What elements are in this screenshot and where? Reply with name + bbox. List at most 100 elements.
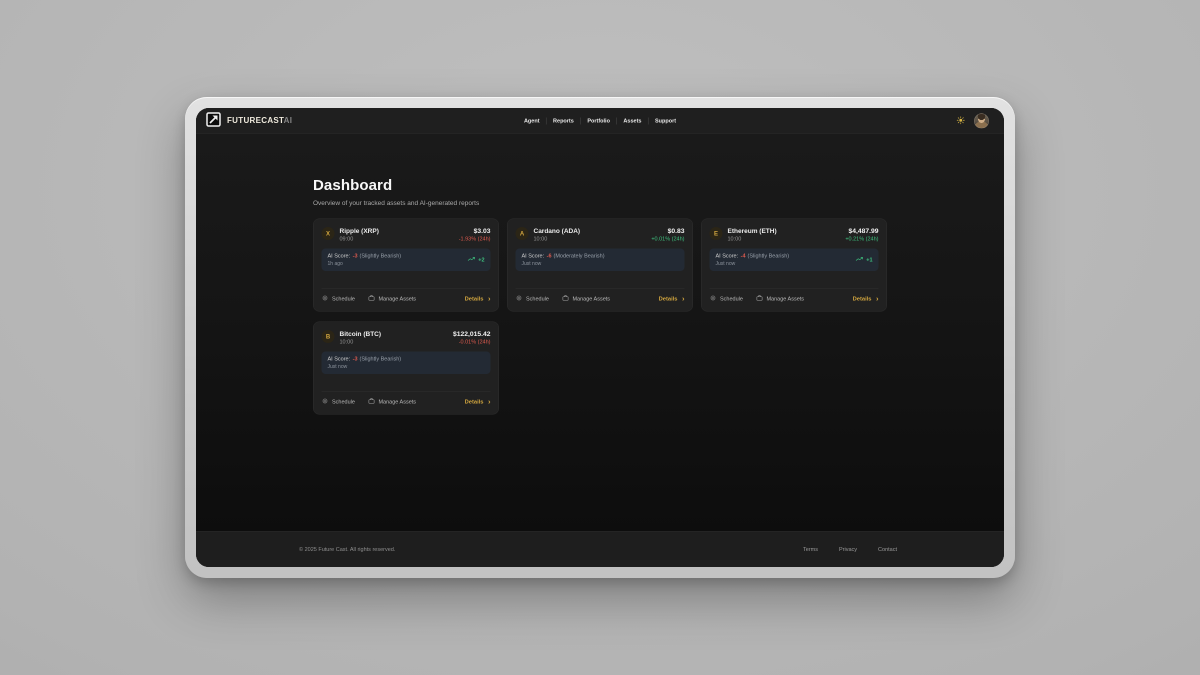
user-avatar[interactable] [974, 113, 989, 128]
asset-name: Bitcoin (BTC) [340, 330, 382, 338]
footer-links: Terms Privacy Contact [803, 546, 897, 552]
asset-time: 10:00 [340, 339, 382, 345]
divider [710, 288, 879, 289]
trend-delta-value: +2 [478, 257, 484, 263]
app-footer: © 2025 Future Cast. All rights reserved.… [196, 531, 1004, 567]
gear-icon [516, 295, 523, 304]
divider [516, 288, 685, 289]
details-button[interactable]: Details› [465, 398, 491, 406]
brand-name: FUTURECASTAI [227, 116, 292, 125]
divider [322, 288, 491, 289]
trend-delta-value: +1 [866, 257, 872, 263]
ai-updated: Just now [716, 261, 790, 267]
briefcase-icon [756, 295, 763, 304]
asset-card-ada: A Cardano (ADA) 10:00 $0.83 +0.01% (24h) [507, 219, 693, 312]
page-title: Dashboard [313, 177, 887, 194]
ai-score-value: -6 [547, 253, 552, 259]
brand-logo-icon [206, 112, 221, 130]
asset-icon: E [710, 227, 723, 240]
app-header: FUTURECASTAI Agent Reports Portfolio Ass… [196, 108, 1004, 134]
asset-change: -0.01% (24h) [453, 339, 491, 345]
sparkline-up-icon [468, 256, 476, 263]
ai-score-panel: AI Score:-3(Slightly Bearish) Just now [322, 352, 491, 375]
nav-separator [546, 117, 547, 124]
gear-icon [322, 398, 329, 407]
asset-name: Cardano (ADA) [534, 227, 581, 235]
ai-updated: Just now [328, 364, 402, 370]
ai-score-label: AI Score: [328, 253, 351, 259]
schedule-button[interactable]: Schedule [322, 295, 355, 304]
asset-time: 09:00 [340, 236, 379, 242]
app-viewport: FUTURECASTAI Agent Reports Portfolio Ass… [196, 108, 1004, 567]
gear-icon [710, 295, 717, 304]
asset-price: $122,015.42 [453, 330, 491, 338]
chevron-right-icon: › [488, 295, 491, 303]
details-button[interactable]: Details› [659, 295, 685, 303]
ai-score-label: AI Score: [716, 253, 739, 259]
schedule-button[interactable]: Schedule [710, 295, 743, 304]
asset-cards-grid: X Ripple (XRP) 09:00 $3.03 -1.93% (24h) [313, 219, 887, 415]
footer-link-contact[interactable]: Contact [878, 546, 897, 552]
browser-window-frame: FUTURECASTAI Agent Reports Portfolio Ass… [185, 97, 1015, 578]
ai-score-label: AI Score: [328, 356, 351, 362]
footer-link-terms[interactable]: Terms [803, 546, 818, 552]
nav-item-support[interactable]: Support [655, 118, 676, 124]
asset-time: 10:00 [728, 236, 777, 242]
nav-item-agent[interactable]: Agent [524, 118, 540, 124]
briefcase-icon [368, 295, 375, 304]
divider [322, 391, 491, 392]
page-subtitle: Overview of your tracked assets and AI-g… [313, 199, 887, 207]
asset-price: $4,487.99 [845, 227, 878, 235]
ai-score-panel: AI Score:-4(Slightly Bearish) Just now +… [710, 249, 879, 272]
manage-assets-button[interactable]: Manage Assets [562, 295, 610, 304]
ai-score-label: AI Score: [522, 253, 545, 259]
main-nav: Agent Reports Portfolio Assets Support [524, 108, 676, 134]
ai-score-panel: AI Score:-6(Moderately Bearish) Just now [516, 249, 685, 272]
asset-icon: A [516, 227, 529, 240]
nav-item-assets[interactable]: Assets [623, 118, 641, 124]
manage-assets-button[interactable]: Manage Assets [756, 295, 804, 304]
asset-price: $3.03 [459, 227, 491, 235]
theme-toggle-button[interactable] [957, 116, 966, 126]
asset-icon: X [322, 227, 335, 240]
nav-item-portfolio[interactable]: Portfolio [587, 118, 610, 124]
trend-badge: +2 [468, 256, 485, 263]
ai-sentiment: (Moderately Bearish) [554, 253, 605, 259]
asset-name: Ripple (XRP) [340, 227, 379, 235]
footer-link-privacy[interactable]: Privacy [839, 546, 857, 552]
schedule-button[interactable]: Schedule [516, 295, 549, 304]
asset-change: +0.01% (24h) [651, 236, 684, 242]
details-button[interactable]: Details› [853, 295, 879, 303]
trend-badge: +1 [856, 256, 873, 263]
ai-score-value: -4 [741, 253, 746, 259]
header-actions [957, 113, 990, 128]
sparkline-up-icon [856, 256, 864, 263]
brand-logo[interactable]: FUTURECASTAI [206, 112, 292, 130]
dashboard-main: Dashboard Overview of your tracked asset… [196, 134, 1004, 531]
asset-card-xrp: X Ripple (XRP) 09:00 $3.03 -1.93% (24h) [313, 219, 499, 312]
sun-icon [957, 116, 966, 126]
schedule-button[interactable]: Schedule [322, 398, 355, 407]
copyright: © 2025 Future Cast. All rights reserved. [299, 546, 395, 552]
ai-updated: Just now [522, 261, 605, 267]
asset-icon: B [322, 330, 335, 343]
manage-assets-button[interactable]: Manage Assets [368, 295, 416, 304]
briefcase-icon [368, 398, 375, 407]
asset-time: 10:00 [534, 236, 581, 242]
ai-sentiment: (Slightly Bearish) [748, 253, 790, 259]
asset-change: -1.93% (24h) [459, 236, 491, 242]
nav-item-reports[interactable]: Reports [553, 118, 574, 124]
nav-separator [616, 117, 617, 124]
chevron-right-icon: › [876, 295, 879, 303]
gear-icon [322, 295, 329, 304]
ai-score-panel: AI Score:-3(Slightly Bearish) 1h ago +2 [322, 249, 491, 272]
asset-name: Ethereum (ETH) [728, 227, 777, 235]
ai-updated: 1h ago [328, 261, 402, 267]
asset-card-btc: B Bitcoin (BTC) 10:00 $122,015.42 -0.01%… [313, 322, 499, 415]
nav-separator [648, 117, 649, 124]
ai-score-value: -3 [353, 253, 358, 259]
chevron-right-icon: › [488, 398, 491, 406]
details-button[interactable]: Details› [465, 295, 491, 303]
manage-assets-button[interactable]: Manage Assets [368, 398, 416, 407]
briefcase-icon [562, 295, 569, 304]
